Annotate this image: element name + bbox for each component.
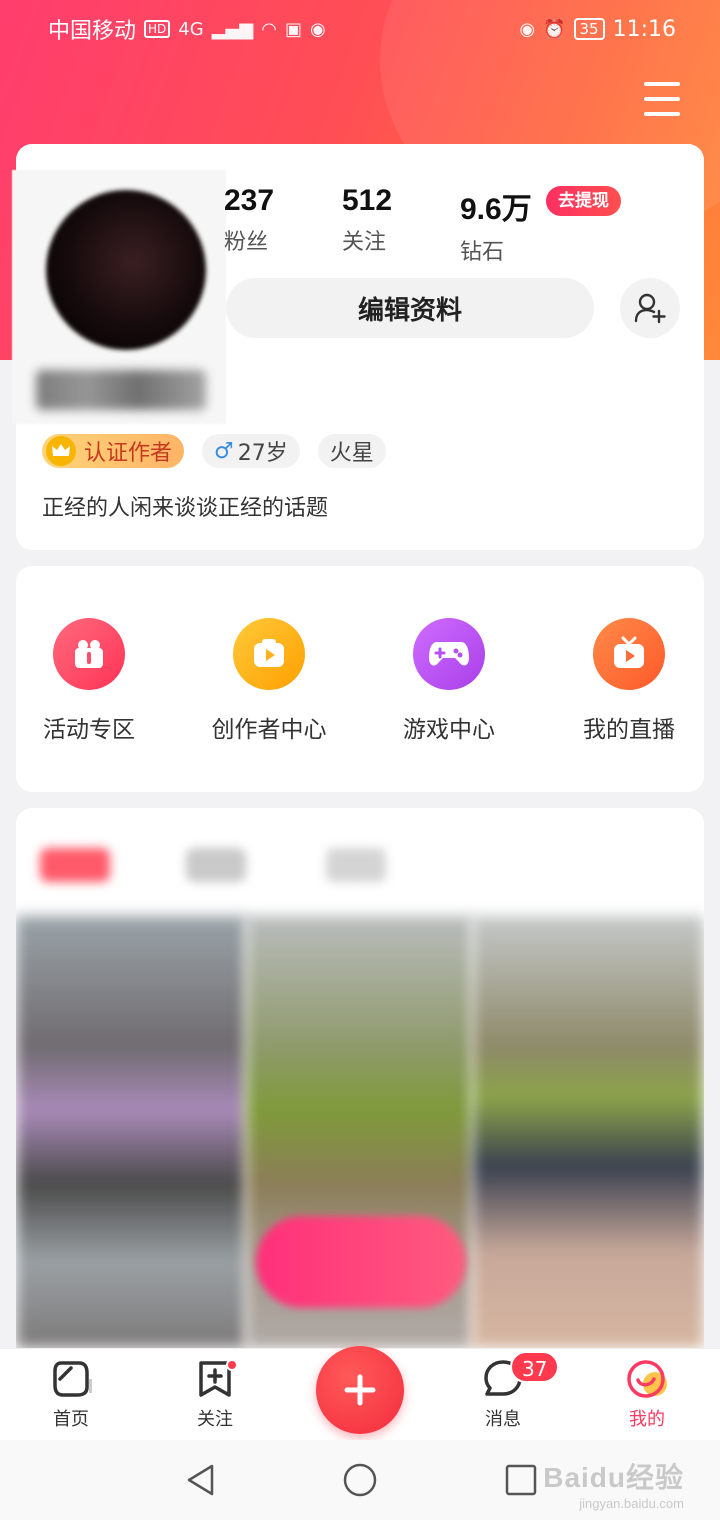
male-icon: ♂ <box>214 438 234 464</box>
crown-icon <box>46 436 76 466</box>
feature-label: 我的直播 <box>583 717 675 743</box>
feature-label: 活动专区 <box>43 717 135 743</box>
menu-icon[interactable] <box>644 82 680 116</box>
watermark-main: Baidu经验 <box>543 1462 684 1493</box>
stat-fans[interactable]: 237 粉丝 <box>224 184 274 256</box>
profile-tags: 认证作者 ♂ 27岁 火星 <box>42 434 386 468</box>
zodiac-label: 火星 <box>329 441 374 466</box>
stat-value: 9.6万 <box>460 193 532 226</box>
stat-label: 粉丝 <box>224 230 269 255</box>
profile-bio: 正经的人闲来谈谈正经的话题 <box>42 496 329 521</box>
promo-banner-blurred[interactable] <box>256 1216 466 1308</box>
edit-profile-button[interactable]: 编辑资料 <box>226 278 594 338</box>
app-notification-icon: ▣ <box>284 18 302 40</box>
stat-diamonds[interactable]: 9.6万 钻石 <box>460 184 532 266</box>
zodiac-tag: 火星 <box>317 434 386 468</box>
stat-label: 钻石 <box>460 240 505 265</box>
nickname-blurred <box>36 370 206 410</box>
nav-label: 关注 <box>197 1409 233 1430</box>
gamepad-icon <box>413 618 485 690</box>
nav-mine[interactable]: 我的 <box>592 1357 702 1431</box>
plus-icon <box>344 1374 376 1406</box>
recents-square-icon[interactable] <box>504 1462 538 1498</box>
feature-label: 游戏中心 <box>403 717 495 743</box>
withdraw-button[interactable]: 去提现 <box>546 186 621 216</box>
watermark-sub: jingyan.baidu.com <box>579 1496 684 1511</box>
profile-smile-icon <box>627 1360 667 1398</box>
feature-my-live[interactable]: 我的直播 <box>544 618 714 744</box>
tab-works[interactable] <box>40 848 110 882</box>
nav-label: 消息 <box>485 1409 521 1430</box>
carrier-label: 中国移动 <box>48 19 137 44</box>
creator-play-icon <box>233 618 305 690</box>
cert-label: 认证作者 <box>84 441 173 466</box>
nav-follow[interactable]: 关注 <box>160 1357 270 1431</box>
nav-home[interactable]: 首页 <box>16 1357 126 1431</box>
baidu-watermark: Baidu经验 jingyan.baidu.com <box>543 1456 684 1511</box>
nav-label: 首页 <box>53 1409 89 1430</box>
unread-badge: 37 <box>510 1351 560 1383</box>
back-icon[interactable] <box>184 1462 218 1498</box>
nav-messages[interactable]: 37 消息 <box>448 1351 560 1431</box>
tv-live-icon <box>593 618 665 690</box>
works-feed <box>16 808 704 1348</box>
record-notification-icon: ◉ <box>309 18 326 40</box>
feature-activity[interactable]: 活动专区 <box>4 618 174 744</box>
battery-indicator: 35 <box>573 18 605 40</box>
photo-thumbnail[interactable] <box>472 916 704 1348</box>
eye-comfort-icon: ◉ <box>519 18 536 40</box>
hd-indicator: HD <box>144 20 171 38</box>
profile-card: 237 粉丝 512 关注 9.6万 钻石 去提现 编辑资料 认证作者 ♂ 27… <box>12 144 704 550</box>
wifi-icon: ◠ <box>261 18 277 40</box>
create-post-button[interactable] <box>316 1346 404 1434</box>
stat-value: 512 <box>342 184 393 217</box>
nav-label: 我的 <box>629 1409 665 1430</box>
stat-value: 237 <box>224 184 275 217</box>
home-circle-icon[interactable] <box>342 1462 378 1498</box>
feature-creator-center[interactable]: 创作者中心 <box>184 618 354 744</box>
add-user-icon <box>634 293 666 324</box>
tab-third[interactable] <box>326 848 386 882</box>
age-label: 27岁 <box>237 441 288 466</box>
status-bar: 中国移动 HD 4G ▂▄▆ ◠ ▣ ◉ ◉ ⏰ 35 11:16 <box>0 0 720 58</box>
avatar[interactable] <box>46 190 206 350</box>
feature-shortcuts-card: 活动专区 创作者中心 游戏中心 我的直播 <box>16 566 704 792</box>
feature-label: 创作者中心 <box>211 717 327 743</box>
tab-second[interactable] <box>186 848 246 882</box>
photo-thumbnail[interactable] <box>16 916 246 1348</box>
certified-author-tag[interactable]: 认证作者 <box>42 434 185 468</box>
avatar-area <box>12 170 226 424</box>
stat-following[interactable]: 512 关注 <box>342 184 392 256</box>
new-content-dot <box>226 1359 238 1371</box>
alarm-icon: ⏰ <box>543 18 566 40</box>
home-icon <box>53 1361 92 1397</box>
add-friend-button[interactable] <box>620 278 680 338</box>
gift-icon <box>53 618 125 690</box>
network-type: 4G <box>178 18 204 40</box>
signal-icon: ▂▄▆ <box>211 18 254 40</box>
clock-time: 11:16 <box>612 16 676 42</box>
gender-age-tag: ♂ 27岁 <box>202 434 300 468</box>
feature-game-center[interactable]: 游戏中心 <box>364 618 534 744</box>
stat-label: 关注 <box>342 230 387 255</box>
